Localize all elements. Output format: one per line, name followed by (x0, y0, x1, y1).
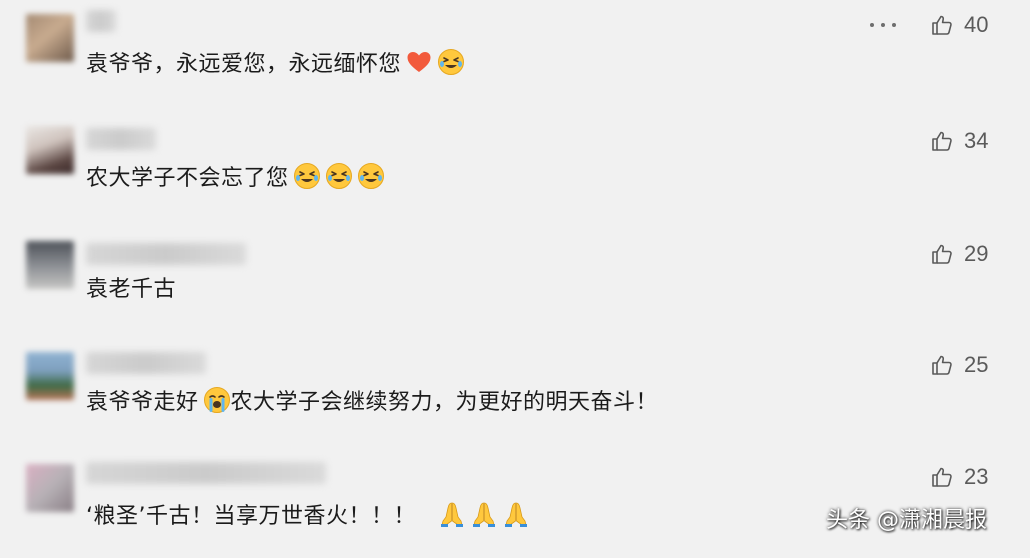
like-count: 29 (964, 241, 989, 266)
avatar[interactable] (26, 126, 74, 174)
like-count: 23 (964, 464, 989, 489)
comment-text-body: 袁老千古 (86, 277, 177, 302)
watermark: 头条 @潇湘晨报 (826, 508, 987, 533)
comment-text-body: ‘粮圣’千古！当享万世香火！！！ (86, 504, 416, 529)
comment-item-1: 袁爷爷，永远爱您，永远缅怀您 40 (0, 0, 1030, 110)
comment-item-4: 袁爷爷走好 农大学子会继续努力，为更好的明天奋斗！ 25 (0, 336, 1030, 446)
like-count: 25 (964, 352, 989, 377)
more-options-button[interactable] (870, 18, 896, 32)
comment-item-3: 袁老千古 29 (0, 225, 1030, 335)
username[interactable] (86, 243, 246, 265)
like-button[interactable]: 29 (930, 241, 988, 267)
like-button[interactable]: 25 (930, 352, 988, 378)
avatar[interactable] (26, 241, 74, 289)
comment-text: 农大学子不会忘了您 (86, 162, 385, 193)
avatar[interactable] (26, 14, 74, 62)
like-button[interactable]: 34 (930, 128, 988, 154)
like-count: 40 (964, 12, 989, 37)
comment-text: 袁老千古 (86, 276, 176, 304)
username[interactable] (86, 352, 206, 374)
comment-text-body: 袁爷爷，永远爱您，永远缅怀您 (86, 52, 402, 77)
thumbs-up-icon (930, 242, 954, 266)
folded-hands-emoji-icon (438, 500, 466, 528)
dot-icon (881, 23, 885, 27)
loudly-crying-emoji-icon (203, 386, 231, 414)
crying-laughing-emoji-icon (325, 162, 353, 190)
username[interactable] (86, 10, 116, 32)
avatar[interactable] (26, 352, 74, 400)
folded-hands-emoji-icon (470, 500, 498, 528)
thumbs-up-icon (930, 465, 954, 489)
like-button[interactable]: 23 (930, 464, 988, 490)
username[interactable] (86, 128, 156, 150)
comment-text-body: 袁爷爷走好 (86, 390, 199, 415)
avatar[interactable] (26, 464, 74, 512)
comment-text: 袁爷爷走好 农大学子会继续努力，为更好的明天奋斗！ (86, 386, 658, 417)
comment-text-body: 农大学子不会忘了您 (86, 166, 289, 191)
crying-laughing-emoji-icon (293, 162, 321, 190)
thumbs-up-icon (930, 129, 954, 153)
heart-emoji-icon (405, 48, 433, 76)
crying-laughing-emoji-icon (437, 48, 465, 76)
like-count: 34 (964, 128, 989, 153)
thumbs-up-icon (930, 13, 954, 37)
comment-item-2: 农大学子不会忘了您 34 (0, 112, 1030, 222)
username[interactable] (86, 462, 326, 484)
thumbs-up-icon (930, 353, 954, 377)
folded-hands-emoji-icon (502, 500, 530, 528)
comment-text-body-continued: 农大学子会继续努力，为更好的明天奋斗！ (230, 390, 659, 415)
comment-text: 袁爷爷，永远爱您，永远缅怀您 (86, 48, 465, 79)
like-button[interactable]: 40 (930, 12, 988, 38)
dot-icon (892, 23, 896, 27)
dot-icon (870, 23, 874, 27)
comment-text: ‘粮圣’千古！当享万世香火！！！ (86, 500, 530, 531)
crying-laughing-emoji-icon (357, 162, 385, 190)
